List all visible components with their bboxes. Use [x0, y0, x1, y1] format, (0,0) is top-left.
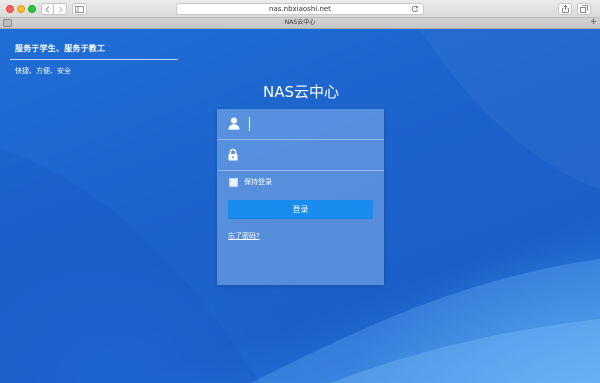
- password-input[interactable]: [248, 147, 376, 163]
- tabs-overview-icon: [580, 5, 588, 13]
- tab-active[interactable]: NAS云中心: [0, 18, 600, 28]
- remember-me-label[interactable]: 保持登录: [244, 178, 272, 187]
- close-window-button[interactable]: [6, 5, 14, 13]
- address-bar[interactable]: nas.nbxiaoshi.net: [176, 3, 424, 15]
- maximize-window-button[interactable]: [28, 5, 36, 13]
- chevron-left-icon: [45, 5, 50, 13]
- tab-bar: NAS云中心 +: [0, 18, 600, 29]
- new-tab-button[interactable]: +: [589, 18, 598, 28]
- tagline-divider: [10, 59, 178, 60]
- text-caret: [249, 117, 250, 131]
- browser-toolbar: nas.nbxiaoshi.net: [0, 0, 600, 18]
- login-button[interactable]: 登录: [228, 200, 373, 219]
- username-row: [217, 109, 384, 140]
- forgot-password-link[interactable]: 忘了密码?: [228, 231, 260, 241]
- password-row: [217, 140, 384, 171]
- minimize-window-button[interactable]: [17, 5, 25, 13]
- login-card: 保持登录 登录 忘了密码?: [217, 109, 384, 285]
- remember-me-checkbox[interactable]: [229, 178, 238, 187]
- chevron-right-icon: [58, 5, 63, 13]
- back-button[interactable]: [41, 3, 54, 15]
- login-page: 服务于学生、服务于教工 快捷、方便、安全 NAS云中心 保持登录 登录 忘了密码…: [0, 29, 600, 383]
- forward-button[interactable]: [54, 3, 67, 15]
- lock-icon: [228, 148, 238, 161]
- show-tabs-button[interactable]: [577, 3, 591, 15]
- reload-icon[interactable]: [411, 5, 419, 13]
- sidebar-icon: [75, 5, 84, 13]
- tagline-title: 服务于学生、服务于教工: [15, 44, 106, 53]
- username-input[interactable]: [248, 116, 376, 132]
- user-icon: [228, 117, 240, 130]
- tagline-subtitle: 快捷、方便、安全: [15, 67, 71, 75]
- share-button[interactable]: [558, 3, 572, 15]
- sidebar-toggle-button[interactable]: [72, 3, 87, 15]
- browser-window: nas.nbxiaoshi.net NAS云中心 + 服务于学生、服务于教工 快…: [0, 0, 600, 383]
- address-bar-url: nas.nbxiaoshi.net: [269, 5, 331, 13]
- site-title: NAS云中心: [262, 83, 339, 101]
- share-icon: [561, 5, 569, 13]
